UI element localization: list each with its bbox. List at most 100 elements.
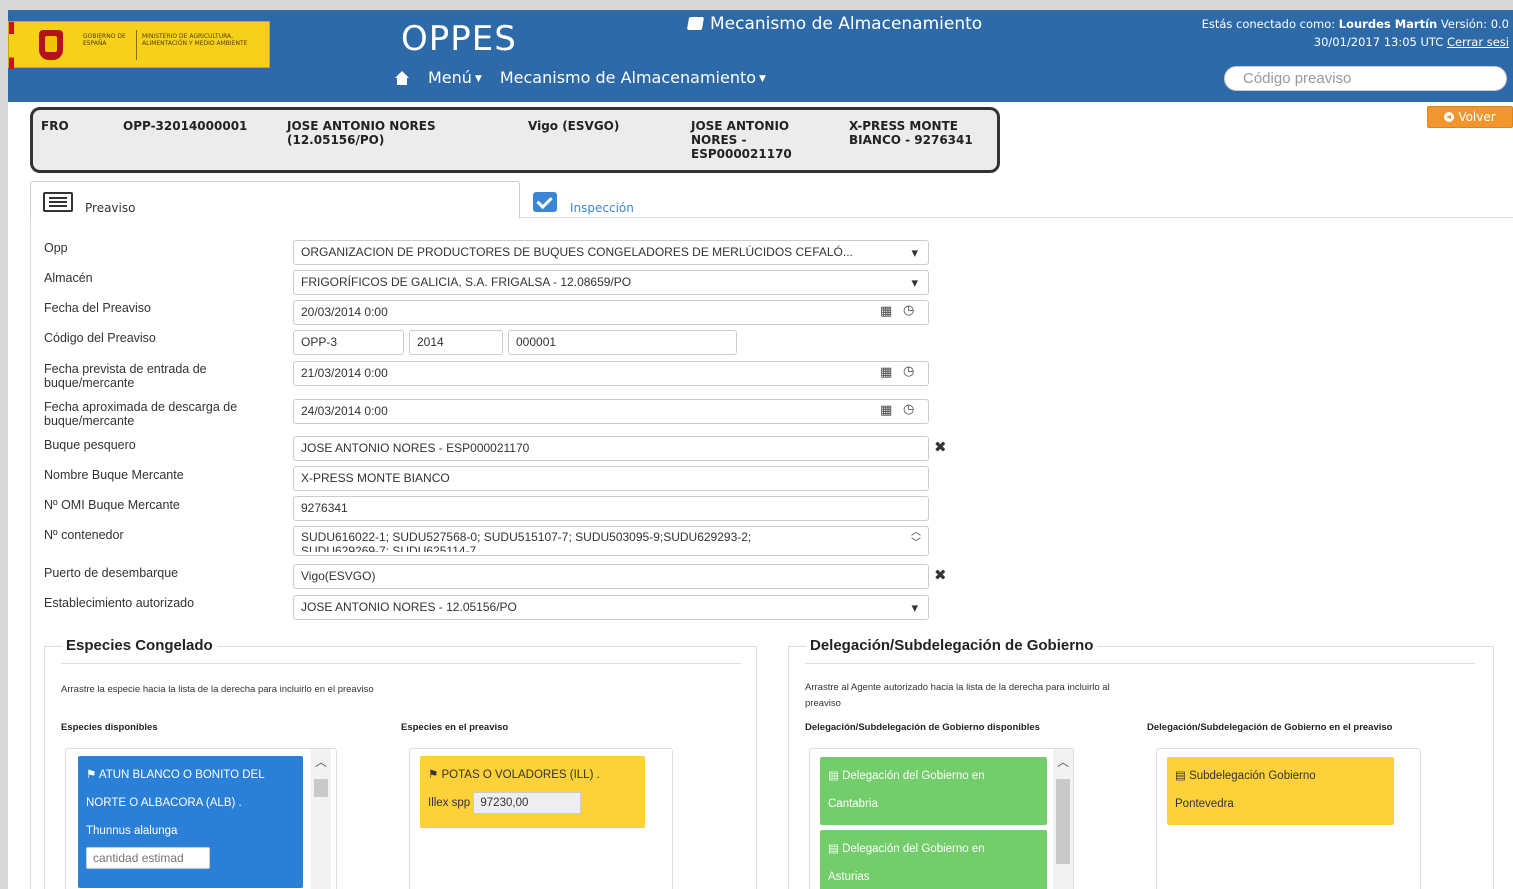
remove-icon[interactable]: ✖	[934, 438, 947, 456]
module-title: Mecanismo de Almacenamiento	[686, 14, 983, 34]
logo-divider	[136, 30, 137, 60]
clock-icon[interactable]: ◷	[903, 402, 914, 417]
buque-label: Buque pesquero	[44, 438, 136, 452]
summary-establishment: JOSE ANTONIO NORES (12.05156/PO)	[287, 119, 436, 147]
tag-icon: ⚑	[428, 769, 439, 781]
chevron-up-icon[interactable]: ︿	[315, 753, 327, 770]
delegation-available-list[interactable]: ▤ Delegación del Gobierno en Cantabria ▤…	[809, 748, 1074, 889]
app-header: GOBIERNO DE ESPAÑA MINISTERIO DE AGRICUL…	[8, 10, 1513, 102]
species-card-alb[interactable]: ⚑ ATUN BLANCO O BONITO DEL NORTE O ALBAC…	[78, 756, 303, 888]
species-qty-input[interactable]	[86, 847, 210, 869]
establecimiento-select[interactable]: JOSE ANTONIO NORES - 12.05156/PO	[293, 595, 929, 620]
back-button[interactable]: Volver	[1427, 106, 1513, 128]
user-info: Estás conectado como: Lourdes Martín Ver…	[1202, 15, 1509, 51]
tab-preaviso-label: Preaviso	[85, 201, 136, 215]
contenedor-line1: SUDU616022-1; SUDU527568-0; SUDU515107-7…	[301, 530, 752, 544]
building-icon: ▤	[828, 770, 839, 782]
species-panel-title: Especies Congelado	[62, 637, 217, 654]
contenedor-textarea[interactable]: SUDU616022-1; SUDU527568-0; SUDU515107-7…	[293, 526, 929, 556]
divider	[61, 663, 741, 664]
preaviso-code-search[interactable]	[1224, 66, 1507, 91]
summary-port: Vigo (ESVGO)	[528, 119, 620, 133]
mercante-input[interactable]: X-PRESS MONTE BIANCO	[293, 466, 929, 491]
tab-preaviso[interactable]: Preaviso	[30, 181, 520, 219]
fecha-entrada-input[interactable]: 21/03/2014 0:00	[293, 361, 929, 386]
home-icon[interactable]	[394, 70, 410, 85]
puerto-input[interactable]: Vigo(ESVGO)	[293, 564, 929, 589]
omi-label: Nº OMI Buque Mercante	[44, 498, 180, 512]
scrollbar[interactable]: ︿	[311, 749, 331, 889]
codigo-label: Código del Preaviso	[44, 331, 156, 345]
establecimiento-label: Establecimiento autorizado	[44, 596, 195, 610]
fecha-preaviso-input[interactable]: 20/03/2014 0:00	[293, 300, 929, 325]
tab-inspeccion-label: Inspección	[570, 201, 634, 215]
back-button-label: Volver	[1458, 110, 1496, 124]
calendar-icon[interactable]: ▦	[880, 403, 892, 418]
species-latin: Thunnus alalunga	[86, 825, 178, 837]
clock-icon[interactable]: ◷	[903, 364, 914, 379]
omi-input[interactable]: 9276341	[293, 496, 929, 521]
codigo-part1-input[interactable]: OPP-3	[293, 330, 404, 355]
delegation-name-line1: Delegación del Gobierno en	[842, 843, 985, 855]
delegation-card-cantabria[interactable]: ▤ Delegación del Gobierno en Cantabria	[820, 757, 1047, 825]
buque-input[interactable]: JOSE ANTONIO NORES - ESP000021170	[293, 436, 929, 461]
fecha-preaviso-label: Fecha del Preaviso	[44, 301, 152, 315]
species-panel: Especies Congelado Arrastre la especie h…	[44, 637, 757, 889]
scrollbar-thumb[interactable]	[314, 779, 328, 797]
divider	[805, 663, 1475, 664]
browser-frame: GOBIERNO DE ESPAÑA MINISTERIO DE AGRICUL…	[8, 10, 1513, 889]
delegation-panel: Delegación/Subdelegación de Gobierno Arr…	[788, 637, 1494, 889]
delegation-card-asturias[interactable]: ▤ Delegación del Gobierno en Asturias	[820, 830, 1047, 889]
delegation-card-line1: ▤ Delegación del Gobierno en	[828, 757, 1039, 790]
delegation-card-pontevedra[interactable]: ▤ Subdelegación Gobierno Pontevedra	[1167, 757, 1394, 825]
caret-down-icon: ▼	[474, 74, 482, 84]
module-title-text: Mecanismo de Almacenamiento	[710, 14, 983, 34]
logout-link[interactable]: Cerrar sesi	[1447, 35, 1509, 49]
codigo-part3-input[interactable]: 000001	[508, 330, 737, 355]
chevron-up-icon[interactable]: ︿	[1057, 753, 1069, 770]
contenedor-line2: SUDU629269-7; SUDU625114-7	[301, 544, 477, 552]
clock-icon[interactable]: ◷	[903, 303, 914, 318]
fecha-entrada-label: Fecha prevista de entrada de buque/merca…	[44, 362, 207, 390]
delegation-hint-line2: preaviso	[805, 698, 841, 709]
scrollbar[interactable]: ︿	[1053, 749, 1073, 889]
almacen-select[interactable]: FRIGORÍFICOS DE GALICIA, S.A. FRIGALSA -…	[293, 270, 929, 295]
nav-menu[interactable]: Menú ▼	[428, 68, 482, 87]
calendar-icon[interactable]: ▦	[880, 365, 892, 380]
species-name-line1: ATUN BLANCO O BONITO DEL	[98, 769, 265, 781]
species-card-name: ⚑ POTAS O VOLADORES (ILL) .	[428, 756, 637, 789]
remove-icon[interactable]: ✖	[934, 566, 947, 584]
calendar-icon[interactable]: ▦	[880, 304, 892, 319]
codigo-part2-input[interactable]: 2014	[409, 330, 503, 355]
contenedor-label: Nº contenedor	[44, 528, 124, 542]
species-name-line2: NORTE O ALBACORA (ALB) .	[86, 797, 242, 809]
delegation-selected-line2: Pontevedra	[1175, 798, 1234, 810]
species-available-list[interactable]: ⚑ ATUN BLANCO O BONITO DEL NORTE O ALBAC…	[65, 748, 337, 889]
opp-label: Opp	[44, 241, 68, 255]
species-selected-latin: Illex spp	[428, 797, 471, 809]
nav-menu-label: Menú	[428, 68, 472, 87]
scrollbar-thumb[interactable]	[1056, 779, 1070, 864]
opp-select[interactable]: ORGANIZACION DE PRODUCTORES DE BUQUES CO…	[293, 240, 929, 265]
species-selected-list[interactable]: ⚑ POTAS O VOLADORES (ILL) . Illex spp 97…	[409, 748, 673, 889]
spinner-icon[interactable]: ︿ ﹀	[911, 527, 921, 549]
delegation-panel-title: Delegación/Subdelegación de Gobierno	[806, 637, 1098, 654]
delegation-hint: Arrastre al Agente autorizado hacia la l…	[805, 680, 1110, 712]
species-card-ill[interactable]: ⚑ POTAS O VOLADORES (ILL) . Illex spp 97…	[420, 756, 645, 828]
delegation-card-line1: ▤ Subdelegación Gobierno	[1175, 757, 1386, 790]
species-hint: Arrastre la especie hacia la lista de la…	[61, 684, 374, 695]
delegation-selected-list[interactable]: ▤ Subdelegación Gobierno Pontevedra	[1156, 748, 1421, 889]
arrow-left-circle-icon	[1444, 112, 1455, 122]
delegation-name-line2: Asturias	[828, 871, 870, 883]
ministry-logo: GOBIERNO DE ESPAÑA MINISTERIO DE AGRICUL…	[8, 21, 270, 69]
species-selected-qty[interactable]: 97230,00	[473, 791, 582, 814]
logo-gov-text: GOBIERNO DE ESPAÑA	[83, 33, 126, 47]
fecha-descarga-input[interactable]: 24/03/2014 0:00	[293, 399, 929, 424]
summary-merchant: X-PRESS MONTE BIANCO - 9276341	[849, 119, 973, 147]
mercante-label: Nombre Buque Mercante	[44, 468, 184, 482]
species-selected-name: POTAS O VOLADORES (ILL) .	[441, 769, 600, 781]
puerto-label: Puerto de desembarque	[44, 566, 179, 580]
species-selected-header: Especies en el preaviso	[401, 722, 509, 733]
nav-mechanism[interactable]: Mecanismo de Almacenamiento ▼	[500, 68, 766, 87]
user-name: Lourdes Martín	[1338, 17, 1438, 31]
